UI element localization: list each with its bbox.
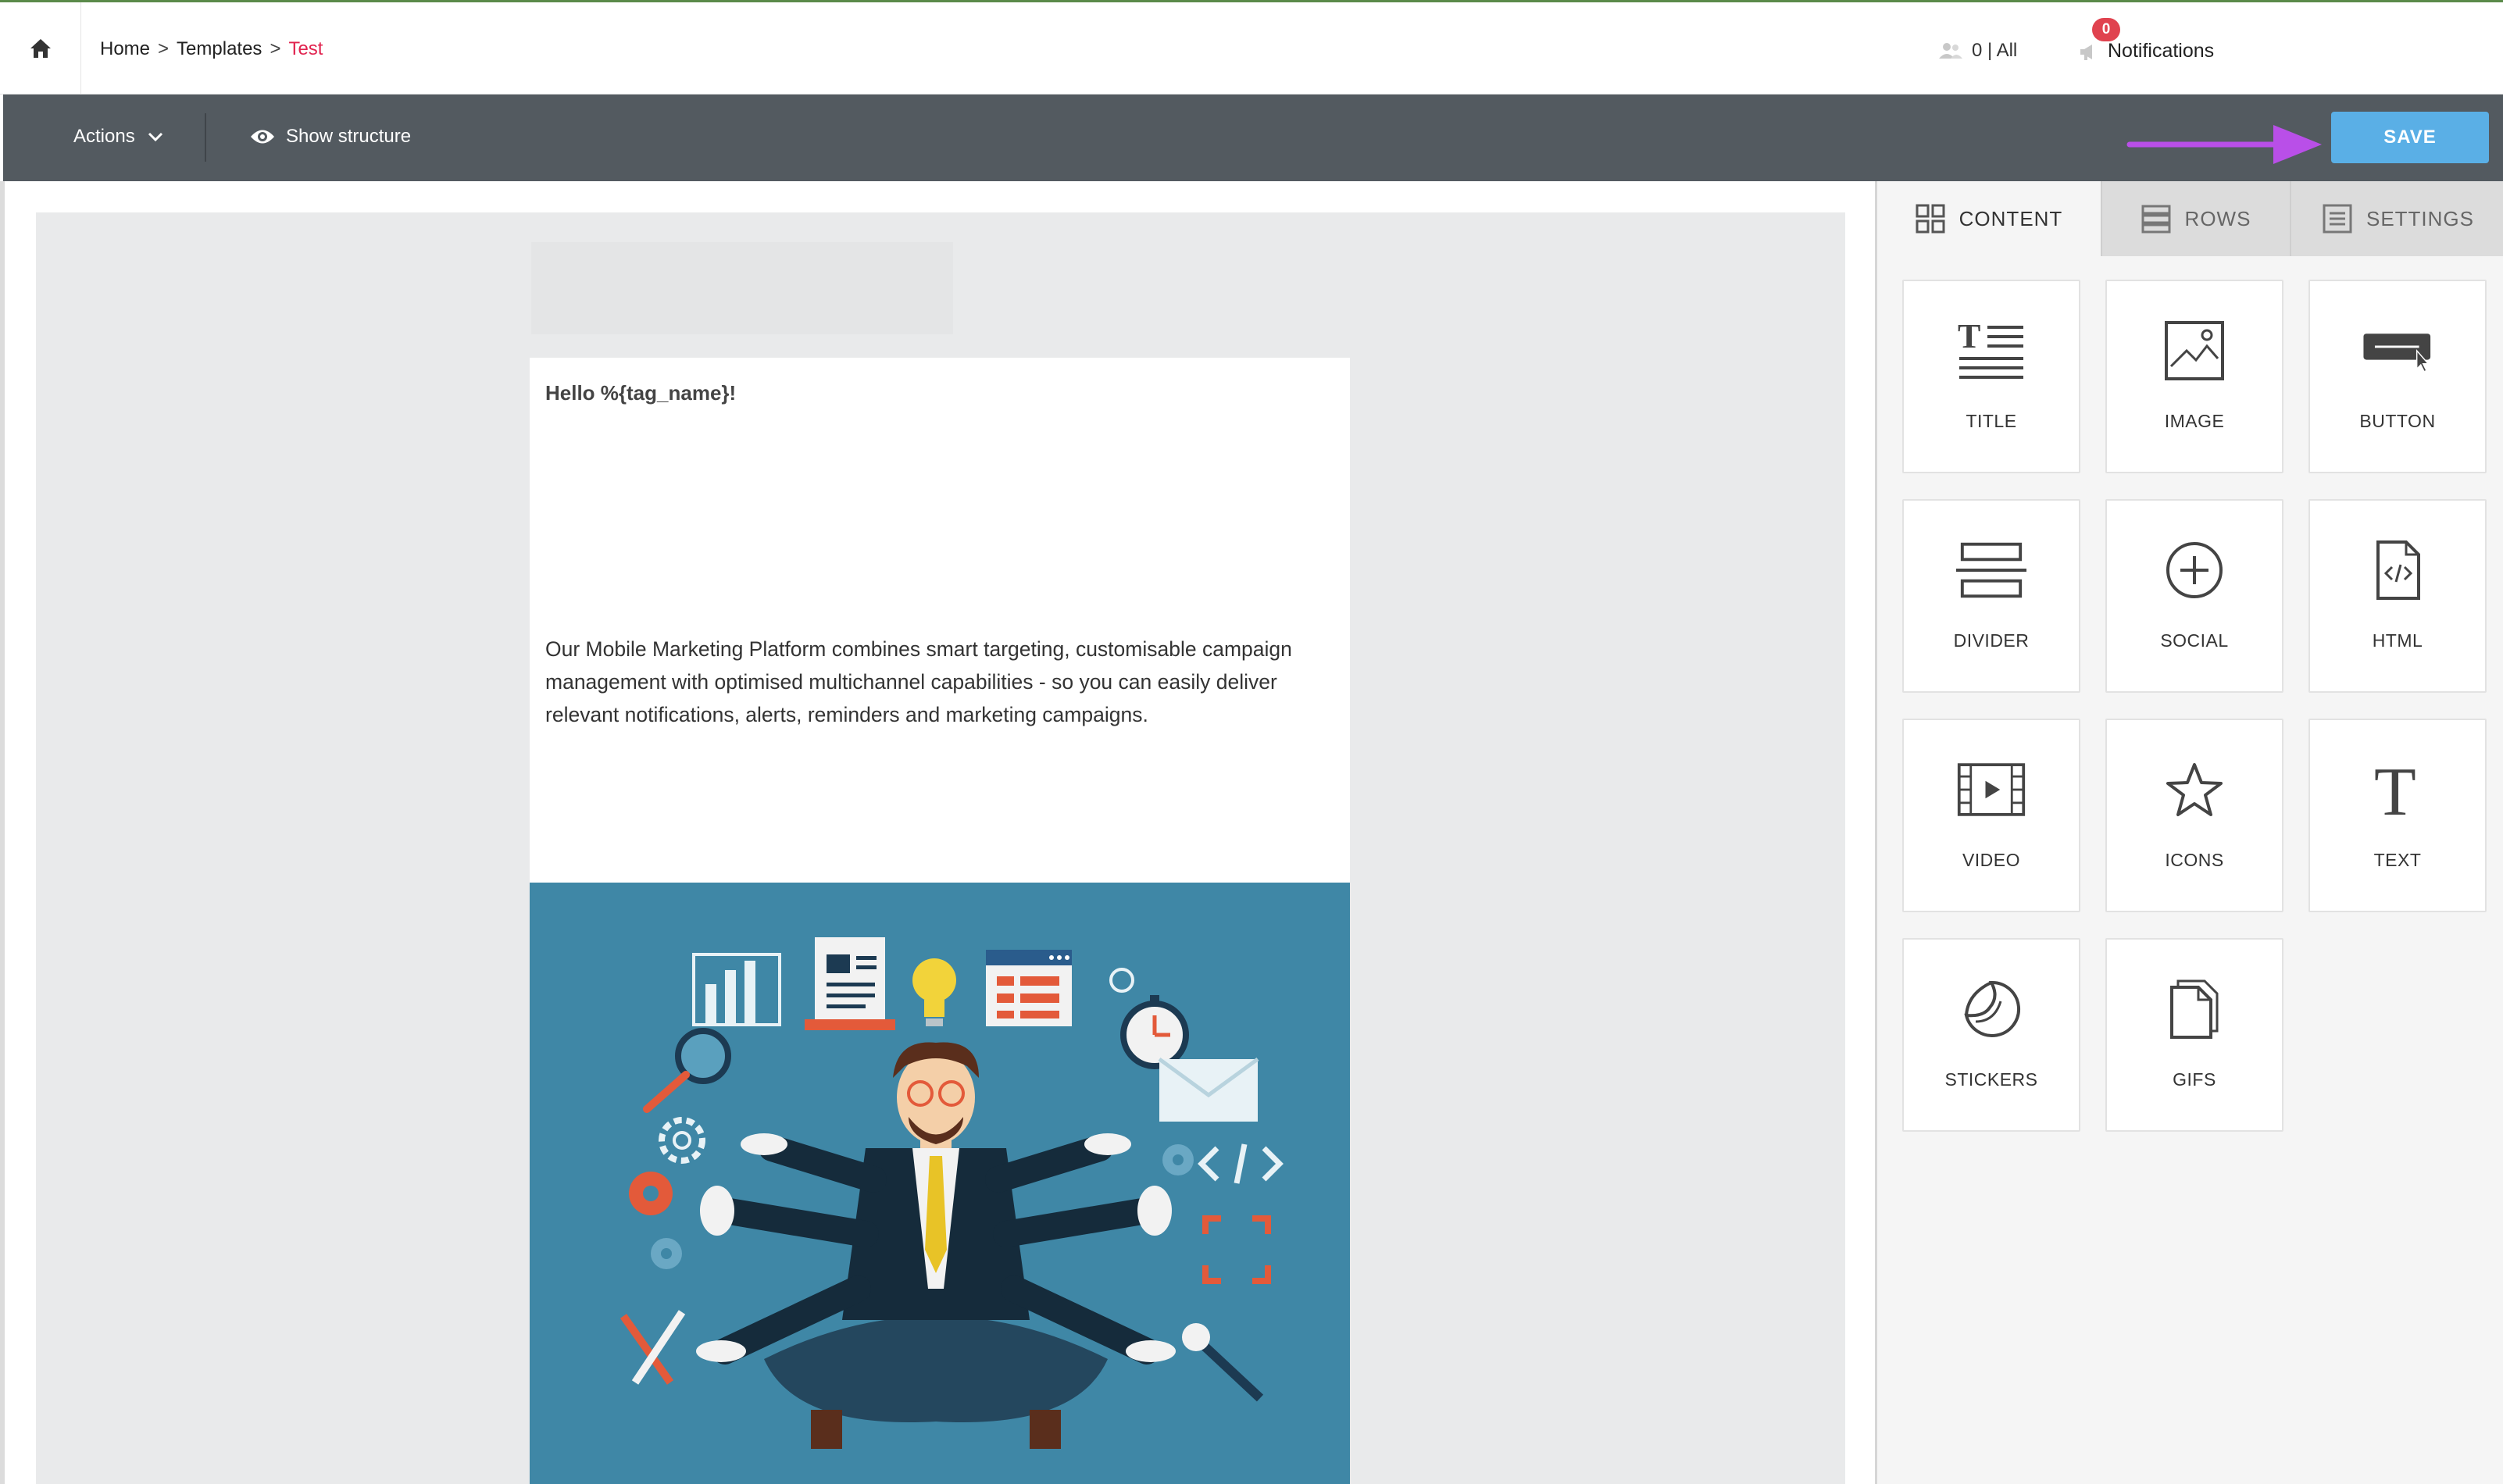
eye-icon	[251, 130, 274, 144]
breadcrumb-templates[interactable]: Templates	[177, 38, 262, 60]
block-title[interactable]: T TITLE	[1902, 280, 2080, 473]
image-icon	[2165, 321, 2224, 380]
block-social[interactable]: SOCIAL	[2105, 499, 2283, 693]
annotation-arrow	[2126, 125, 2322, 164]
users-indicator[interactable]: 0 | All	[1937, 40, 2017, 62]
title-icon: T	[1958, 319, 2023, 379]
block-html[interactable]: HTML	[2308, 499, 2487, 693]
button-icon	[2363, 334, 2431, 373]
block-label: BUTTON	[2359, 411, 2436, 431]
block-image[interactable]: IMAGE	[2105, 280, 2283, 473]
show-structure-toggle[interactable]: Show structure	[250, 126, 411, 148]
breadcrumb: Home > Templates > Test	[100, 38, 323, 60]
social-plus-icon	[2166, 542, 2223, 598]
grid-icon	[1916, 204, 1945, 234]
document-icon	[805, 937, 895, 1030]
email-content: Hello %{tag_name}! Our Mobile Marketing …	[530, 358, 1350, 1484]
email-hero-image[interactable]	[530, 883, 1350, 1484]
breadcrumb-home[interactable]: Home	[100, 38, 150, 60]
gif-file-icon	[2170, 979, 2219, 1039]
block-label: HTML	[2372, 630, 2423, 651]
actions-label: Actions	[73, 126, 135, 147]
megaphone-icon	[2080, 44, 2092, 60]
multitasking-businessman-illustration	[530, 883, 1350, 1484]
block-divider[interactable]: DIVIDER	[1902, 499, 2080, 693]
tab-settings[interactable]: SETTINGS	[2291, 181, 2503, 256]
actions-menu[interactable]: Actions	[73, 126, 163, 148]
block-button[interactable]: BUTTON	[2308, 280, 2487, 473]
block-gifs[interactable]: GIFS	[2105, 938, 2283, 1132]
block-label: TITLE	[1966, 411, 2017, 431]
browser-window-icon	[986, 950, 1072, 1026]
text-t-icon: T	[2374, 758, 2416, 821]
toolbar-divider	[205, 113, 206, 162]
tab-settings-label: SETTINGS	[2366, 206, 2474, 230]
block-label: SOCIAL	[2160, 630, 2229, 651]
block-label: VIDEO	[1962, 850, 2021, 870]
notifications-badge: 0	[2092, 18, 2120, 41]
home-button[interactable]	[0, 2, 81, 95]
block-label: STICKERS	[1944, 1069, 2038, 1090]
users-count: 0 | All	[1972, 40, 2018, 61]
divider-icon	[1956, 542, 2026, 598]
svg-text:T: T	[2374, 758, 2416, 821]
notifications-button[interactable]: Notifications	[2078, 40, 2214, 62]
users-icon	[1939, 43, 1962, 59]
block-icons[interactable]: ICONS	[2105, 719, 2283, 912]
home-icon	[30, 39, 51, 58]
preheader-placeholder[interactable]	[531, 242, 953, 334]
tab-content-label: CONTENT	[1958, 206, 2063, 230]
svg-text:T: T	[1958, 319, 1980, 355]
block-label: DIVIDER	[1953, 630, 2030, 651]
block-label: TEXT	[2373, 850, 2422, 870]
save-button[interactable]: SAVE	[2331, 112, 2489, 163]
notifications-label: Notifications	[2108, 40, 2215, 62]
top-bar: Home > Templates > Test 0 | All Notifica…	[0, 0, 2503, 95]
rows-icon	[2141, 205, 2171, 234]
sticker-icon	[1964, 980, 2020, 1037]
block-video[interactable]: VIDEO	[1902, 719, 2080, 912]
envelope-icon	[1158, 1057, 1259, 1122]
tab-rows[interactable]: ROWS	[2102, 181, 2291, 256]
chevron-down-icon	[148, 132, 162, 142]
block-text[interactable]: T TEXT	[2308, 719, 2487, 912]
breadcrumb-separator: >	[270, 38, 281, 59]
settings-list-icon	[2323, 204, 2352, 234]
block-label: GIFS	[2173, 1069, 2216, 1090]
html-file-icon	[2376, 540, 2420, 600]
breadcrumb-current: Test	[288, 38, 323, 59]
content-blocks-grid: T TITLE IMAGE BUTTON DIVIDER SOCIAL HTML…	[1902, 280, 2487, 1132]
video-icon	[1957, 763, 2026, 816]
breadcrumb-separator: >	[158, 38, 170, 59]
tab-rows-label: ROWS	[2184, 206, 2251, 230]
show-structure-label: Show structure	[286, 126, 412, 147]
content-panel: CONTENT ROWS SETTINGS T TITLE IMAGE BUTT…	[1875, 181, 2503, 1484]
block-label: IMAGE	[2164, 411, 2225, 431]
panel-tabs: CONTENT ROWS SETTINGS	[1877, 181, 2503, 256]
email-body-text[interactable]: Our Mobile Marketing Platform combines s…	[545, 633, 1334, 731]
block-label: ICONS	[2165, 850, 2224, 870]
tab-content[interactable]: CONTENT	[1877, 181, 2102, 256]
email-greeting[interactable]: Hello %{tag_name}!	[545, 381, 736, 405]
block-stickers[interactable]: STICKERS	[1902, 938, 2080, 1132]
star-icon	[2166, 763, 2223, 816]
